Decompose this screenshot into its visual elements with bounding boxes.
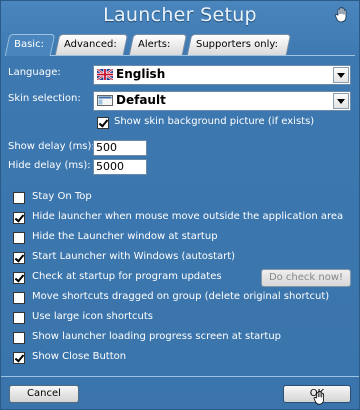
show-skin-bg-label: Show skin background picture (if exists) [114,116,315,127]
show-delay-label: Show delay (ms): [8,141,95,152]
option-label: Hide the Launcher window at startup [32,231,218,242]
chevron-down-icon[interactable] [333,93,349,109]
language-select[interactable]: English [93,65,351,85]
skin-icon [97,95,113,106]
option-label: Hide launcher when mouse move outside th… [32,211,344,222]
tab-alerts[interactable]: Alerts: [128,34,188,55]
hide-at-startup-checkbox[interactable] [13,232,25,244]
show-delay-input[interactable]: 500 [93,140,147,156]
language-value: English [116,67,166,81]
do-check-now-button[interactable]: Do check now! [261,269,351,287]
hide-on-mouse-out-checkbox[interactable] [13,212,25,224]
cancel-button[interactable]: Cancel [9,385,79,403]
option-label: Stay On Top [32,191,92,202]
hand-icon[interactable] [333,6,351,24]
option-label: Show Close Button [32,351,127,362]
tab-basic[interactable]: Basic: [4,34,56,56]
hide-delay-input[interactable]: 5000 [93,159,147,175]
move-shortcuts-checkbox[interactable] [13,292,25,304]
show-close-button-checkbox[interactable] [13,352,25,364]
loading-progress-checkbox[interactable] [13,332,25,344]
skin-value: Default [116,93,166,107]
option-label: Start Launcher with Windows (autostart) [32,251,236,262]
tab-supporters[interactable]: Supporters only: [186,34,292,55]
option-label: Show launcher loading progress screen at… [32,331,282,342]
option-label: Use large icon shortcuts [32,311,153,322]
basic-panel: Language: English Skin selection: Defaul… [5,55,355,376]
launcher-setup-window: Launcher Setup Basic: Advanced: Alerts: … [0,0,360,410]
uk-flag-icon [97,69,113,80]
chevron-down-icon[interactable] [333,67,349,83]
stay-on-top-checkbox[interactable] [13,192,25,204]
large-icons-checkbox[interactable] [13,312,25,324]
skin-select[interactable]: Default [93,91,351,111]
check-updates-checkbox[interactable] [13,272,25,284]
skin-label: Skin selection: [8,93,81,104]
option-label: Check at startup for program updates [32,271,222,282]
option-label: Move shortcuts dragged on group (delete … [32,291,330,302]
footer: Cancel OK [1,376,359,410]
tab-advanced[interactable]: Advanced: [54,34,129,55]
show-skin-bg-checkbox[interactable] [97,117,109,129]
autostart-checkbox[interactable] [13,252,25,264]
hide-delay-label: Hide delay (ms): [8,160,91,171]
window-title: Launcher Setup [103,4,257,26]
hand-cursor-icon [313,390,324,405]
language-label: Language: [8,67,61,78]
